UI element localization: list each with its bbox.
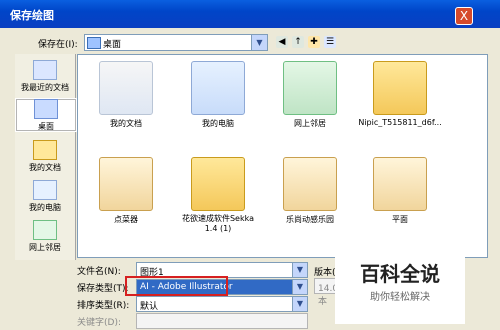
chevron-down-icon[interactable]: ▼ — [292, 297, 307, 311]
chevron-down-icon[interactable]: ▼ — [251, 35, 267, 50]
up-folder-icon[interactable]: ↑ — [292, 36, 304, 48]
place-label: 我的电脑 — [29, 203, 61, 212]
file-item[interactable]: 平面 — [362, 157, 438, 225]
sort-value: 默认 — [140, 302, 159, 312]
chevron-down-icon[interactable]: ▼ — [292, 263, 307, 277]
back-icon[interactable]: ◀ — [276, 36, 288, 48]
place-label: 桌面 — [38, 122, 54, 131]
file-list[interactable]: 我的文档 我的电脑 网上邻居 Nipic_T515811_d6f... 点菜器 … — [77, 54, 488, 258]
file-item[interactable]: 花欲速成软件Sekka 1.4 (1) — [180, 157, 256, 234]
recent-docs-icon — [33, 60, 57, 80]
file-name: 点菜器 — [114, 215, 138, 224]
sort-label: 排序类型(R): — [77, 301, 130, 311]
highlight-box — [125, 276, 228, 296]
keyword-input[interactable] — [136, 313, 308, 329]
file-item[interactable]: 乐尚动感乐园 — [272, 157, 348, 225]
chevron-down-icon[interactable]: ▼ — [292, 280, 307, 294]
folder-thumbnail-icon — [283, 157, 337, 211]
file-name: 我的文档 — [110, 119, 142, 128]
file-name: 乐尚动感乐园 — [286, 215, 334, 224]
place-my-documents[interactable]: 我的文档 — [15, 140, 75, 173]
new-folder-icon[interactable]: ✚ — [308, 36, 320, 48]
computer-icon — [33, 180, 57, 200]
folder-thumbnail-icon — [99, 157, 153, 211]
filetype-label: 保存类型(T): — [77, 284, 129, 294]
place-my-computer[interactable]: 我的电脑 — [15, 180, 75, 213]
documents-folder-icon — [99, 61, 153, 115]
file-item[interactable]: Nipic_T515811_d6f... — [352, 61, 448, 127]
filename-label: 文件名(N): — [77, 267, 121, 277]
view-menu-icon[interactable]: ☰ — [324, 36, 336, 48]
save-in-value: 桌面 — [103, 40, 122, 50]
folder-thumbnail-icon — [373, 157, 427, 211]
place-recent[interactable]: 我最近的文档 — [15, 60, 75, 93]
close-button[interactable]: X — [455, 7, 473, 25]
network-icon — [33, 220, 57, 240]
file-name: 我的电脑 — [202, 119, 234, 128]
keyword-label: 关键字(D): — [77, 318, 121, 328]
save-in-dropdown[interactable]: 桌面 ▼ — [84, 34, 268, 51]
place-network[interactable]: 网上邻居 — [15, 220, 75, 253]
sort-select[interactable]: 默认 ▼ — [136, 296, 308, 312]
place-label: 我的文档 — [29, 163, 61, 172]
file-item[interactable]: 点菜器 — [88, 157, 164, 225]
desktop-icon — [34, 99, 58, 119]
file-name: 花欲速成软件Sekka 1.4 (1) — [181, 214, 255, 233]
title-bar: 保存绘图 X — [0, 0, 500, 28]
file-item[interactable]: 网上邻居 — [272, 61, 348, 129]
file-name: Nipic_T515811_d6f... — [358, 118, 442, 127]
save-in-label: 保存在(I): — [38, 40, 78, 50]
file-name: 平面 — [392, 215, 408, 224]
file-item[interactable]: 我的电脑 — [180, 61, 256, 129]
computer-icon — [191, 61, 245, 115]
place-label: 网上邻居 — [29, 243, 61, 252]
watermark-logo: 百科全说 助你轻松解决 — [335, 252, 465, 324]
window-title: 保存绘图 — [10, 9, 54, 22]
folder-icon — [33, 140, 57, 160]
places-bar: 我最近的文档 桌面 我的文档 我的电脑 网上邻居 — [15, 54, 77, 260]
place-desktop[interactable]: 桌面 — [15, 98, 77, 132]
watermark-subtitle: 助你轻松解决 — [370, 292, 430, 303]
file-item[interactable]: 我的文档 — [88, 61, 164, 129]
desktop-folder-icon — [87, 37, 101, 49]
network-icon — [283, 61, 337, 115]
place-label: 我最近的文档 — [21, 83, 69, 92]
folder-icon — [191, 157, 245, 211]
folder-icon — [373, 61, 427, 115]
file-name: 网上邻居 — [294, 119, 326, 128]
watermark-title: 百科全说 — [360, 262, 440, 286]
